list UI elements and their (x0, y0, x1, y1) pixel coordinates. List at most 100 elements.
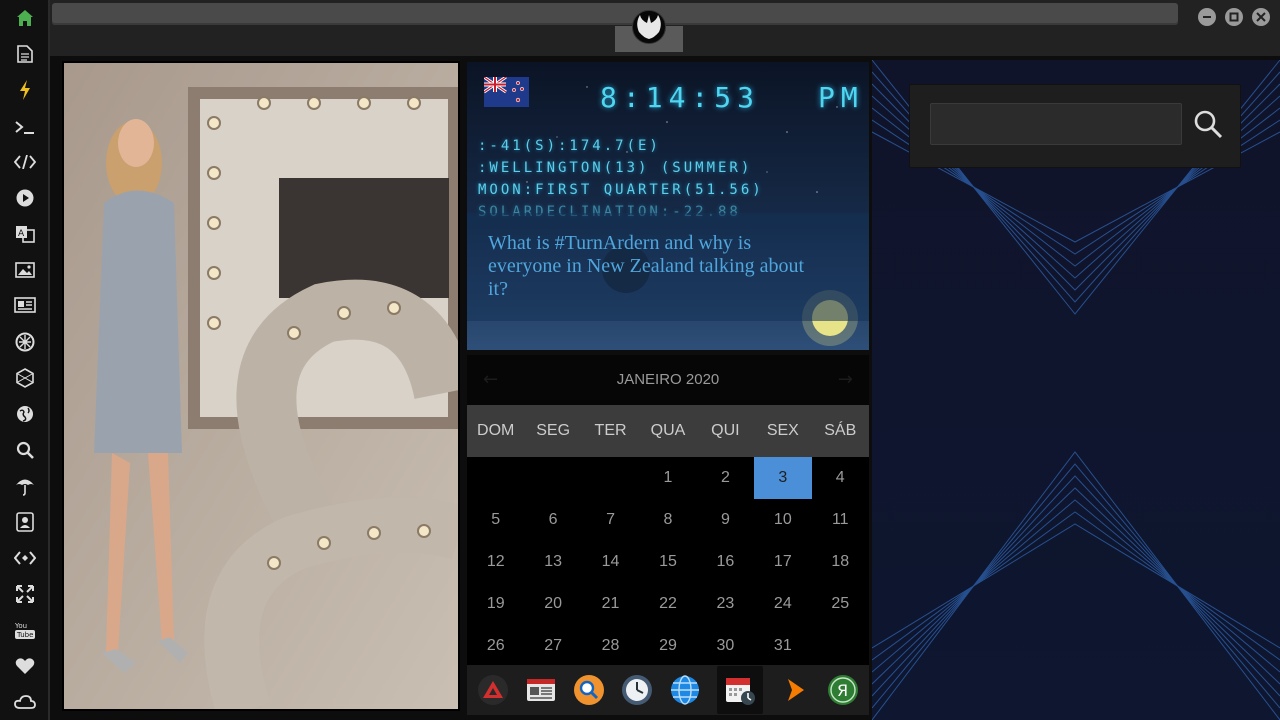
arrow-right-icon[interactable]: → (838, 369, 853, 390)
calendar-day[interactable]: 31 (754, 625, 811, 667)
hexagon-icon[interactable] (12, 365, 38, 391)
calendar-week: 5 6 7 8 9 10 11 (467, 499, 869, 541)
clock-time: 8:14:53 (600, 81, 761, 114)
rebel-alliance-icon (632, 10, 666, 44)
arrow-app-icon[interactable] (779, 674, 811, 706)
address-bar[interactable] (52, 3, 1178, 25)
wallpaper-photo (62, 61, 460, 711)
cloud-icon[interactable] (12, 689, 38, 715)
calendar-day[interactable]: 20 (524, 583, 581, 625)
clock-moon-phase: MOON:FIRST QUARTER(51.56) (478, 182, 764, 198)
svg-text:You: You (14, 622, 27, 630)
code-icon[interactable] (12, 149, 38, 175)
newspaper-icon[interactable] (12, 292, 38, 318)
calendar-day[interactable]: 29 (639, 625, 696, 667)
calendar-day[interactable]: 13 (524, 541, 581, 583)
red-triangle-app-icon[interactable] (477, 674, 509, 706)
weekday-label: SÁB (824, 422, 857, 439)
search-app-icon[interactable] (573, 674, 605, 706)
calendar-app-icon[interactable] (717, 666, 763, 714)
calendar-day (467, 457, 524, 499)
embed-icon[interactable] (12, 545, 38, 571)
home-icon[interactable] (12, 5, 38, 31)
calendar-day[interactable]: 11 (812, 499, 869, 541)
calendar-day[interactable]: 15 (639, 541, 696, 583)
clock-coordinates: :-41(S):174.7(E) (478, 138, 661, 154)
terminal-icon[interactable] (12, 114, 38, 140)
calendar-day (582, 457, 639, 499)
window-controls (1198, 8, 1270, 26)
calendar-day[interactable]: 10 (754, 499, 811, 541)
calendar-day[interactable]: 4 (812, 457, 869, 499)
clock-location: :WELLINGTON(13) (SUMMER) (478, 160, 753, 176)
calendar-month-title: JANEIRO 2020 (616, 371, 720, 388)
calendar-day[interactable]: 26 (467, 625, 524, 667)
clock-app-icon[interactable] (621, 674, 653, 706)
heart-icon[interactable] (12, 653, 38, 679)
weekday-label: SEG (536, 422, 571, 439)
calendar-day[interactable]: 28 (582, 625, 639, 667)
svg-text:A: A (18, 229, 25, 239)
contact-card-icon[interactable] (12, 509, 38, 535)
calendar-day[interactable]: 21 (582, 583, 639, 625)
calendar-day[interactable]: 6 (524, 499, 581, 541)
calendar-day-today[interactable]: 3 (754, 457, 812, 499)
calendar-day[interactable]: 18 (812, 541, 869, 583)
calendar-week: 19 20 21 22 23 24 25 (467, 583, 869, 625)
svg-text:Tube: Tube (16, 631, 33, 639)
weekday-label: DOM (477, 422, 515, 439)
calendar-day[interactable]: 12 (467, 541, 524, 583)
calendar-day[interactable]: 23 (697, 583, 754, 625)
calendar-week: 26 27 28 29 30 31 (467, 625, 869, 667)
calendar-day[interactable]: 22 (639, 583, 696, 625)
image-icon[interactable] (12, 257, 38, 283)
calendar-day (524, 457, 581, 499)
weekday-label: SEX (766, 422, 799, 439)
youtube-icon[interactable]: You Tube (12, 617, 38, 643)
calendar-day[interactable]: 17 (754, 541, 811, 583)
rebel-alliance-icon[interactable] (12, 329, 38, 355)
weekday-label: QUI (711, 422, 740, 439)
calendar-day[interactable]: 25 (812, 583, 869, 625)
calendar-day[interactable]: 2 (697, 457, 754, 499)
calendar-week: 1 2 3 4 (467, 457, 869, 499)
calendar-day[interactable]: 5 (467, 499, 524, 541)
calendar-day[interactable]: 14 (582, 541, 639, 583)
lightning-icon[interactable] (12, 77, 38, 103)
weekday-label: TER (594, 422, 627, 439)
app-dock: Я (467, 665, 869, 715)
maximize-icon[interactable] (1225, 8, 1243, 26)
calendar-day[interactable]: 8 (639, 499, 696, 541)
calendar-day[interactable]: 30 (697, 625, 754, 667)
left-sidebar: A You Tube (0, 0, 48, 720)
umbrella-icon[interactable] (12, 473, 38, 499)
globe-app-icon[interactable] (669, 674, 701, 706)
translate-icon[interactable]: A (12, 221, 38, 247)
calendar-widget: ← JANEIRO 2020 → DOM SEG TER QUA QUI SEX… (467, 355, 869, 665)
search-icon[interactable] (1191, 107, 1225, 141)
calendar-day[interactable]: 9 (697, 499, 754, 541)
calendar-day[interactable]: 7 (582, 499, 639, 541)
calendar-day[interactable]: 27 (524, 625, 581, 667)
yandex-app-icon[interactable]: Я (827, 674, 859, 706)
clock-meridiem: PM (818, 81, 864, 114)
news-app-icon[interactable] (525, 674, 557, 706)
document-icon[interactable] (12, 41, 38, 67)
fullscreen-icon[interactable] (12, 581, 38, 607)
globe-icon[interactable] (12, 401, 38, 427)
news-banner[interactable]: What is #TurnArdern and why is everyone … (467, 213, 869, 321)
calendar-day[interactable]: 1 (639, 457, 696, 499)
calendar-day[interactable]: 16 (697, 541, 754, 583)
minimize-icon[interactable] (1198, 8, 1216, 26)
calendar-week: 12 13 14 15 16 17 18 (467, 541, 869, 583)
calendar-header: ← JANEIRO 2020 → (467, 355, 869, 405)
svg-text:Я: Я (837, 681, 848, 700)
calendar-day[interactable]: 24 (754, 583, 811, 625)
close-icon[interactable] (1252, 8, 1270, 26)
new-zealand-flag (484, 77, 529, 107)
play-icon[interactable] (12, 185, 38, 211)
news-headline[interactable]: What is #TurnArdern and why is everyone … (488, 232, 828, 301)
search-icon[interactable] (12, 437, 38, 463)
calendar-day[interactable]: 19 (467, 583, 524, 625)
search-input[interactable] (930, 103, 1182, 145)
